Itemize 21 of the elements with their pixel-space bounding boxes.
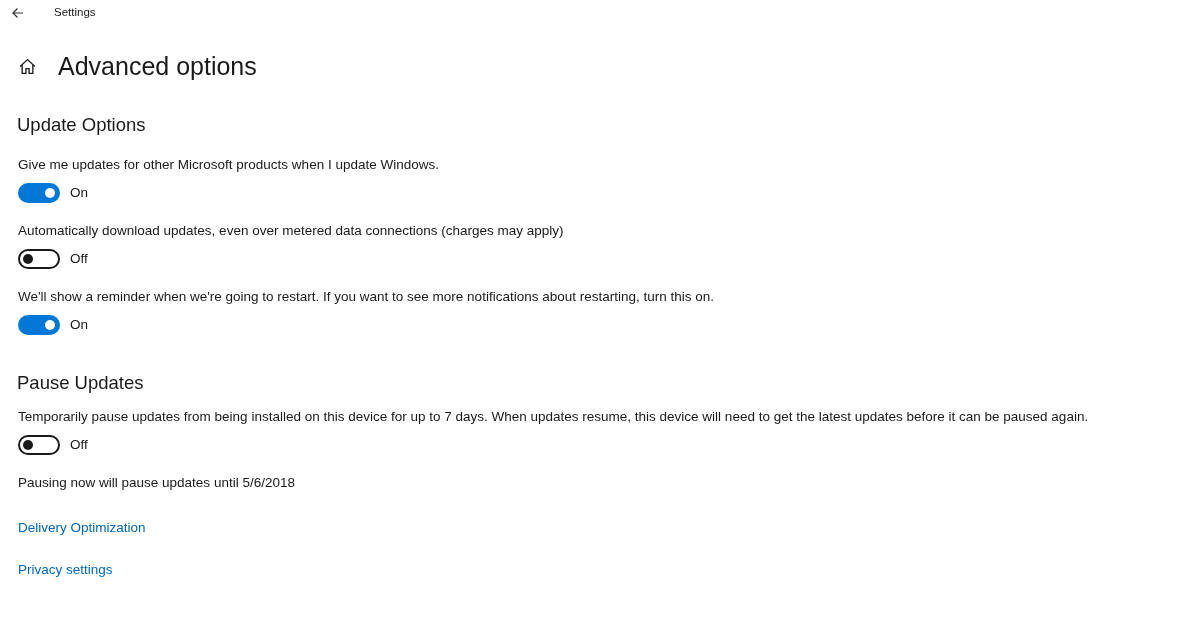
- page-title: Advanced options: [58, 51, 257, 82]
- back-icon[interactable]: [12, 7, 24, 19]
- section-heading: Update Options: [17, 113, 147, 137]
- setting-description: Automatically download updates, even over metered data connections (charges may apply): [18, 222, 565, 240]
- setting-description: We'll show a reminder when we're going to restart. If you want to see more notifications about restarting, turn this on.: [18, 288, 715, 306]
- toggle-switch[interactable]: [18, 435, 60, 455]
- toggle-switch[interactable]: [18, 315, 60, 335]
- settings-link[interactable]: Privacy settings: [18, 562, 113, 577]
- home-icon[interactable]: [19, 57, 36, 75]
- window-title: Settings: [54, 5, 96, 21]
- toggle-state-label: Off: [70, 436, 88, 454]
- section-heading: Pause Updates: [17, 371, 145, 395]
- toggle-switch[interactable]: [18, 249, 60, 269]
- setting-description: Temporarily pause updates from being installed on this device for up to 7 days. When updates resume, this device will need to get the latest updates before it can be paused again.: [18, 408, 1090, 426]
- toggle-state-label: Off: [70, 250, 88, 268]
- setting-description: Give me updates for other Microsoft products when I update Windows.: [18, 156, 440, 174]
- settings-link[interactable]: Delivery Optimization: [18, 520, 146, 535]
- toggle-switch[interactable]: [18, 183, 60, 203]
- toggle-state-label: On: [70, 184, 88, 202]
- toggle-state-label: On: [70, 316, 88, 334]
- pause-note: Pausing now will pause updates until 5/6/2018: [18, 474, 296, 492]
